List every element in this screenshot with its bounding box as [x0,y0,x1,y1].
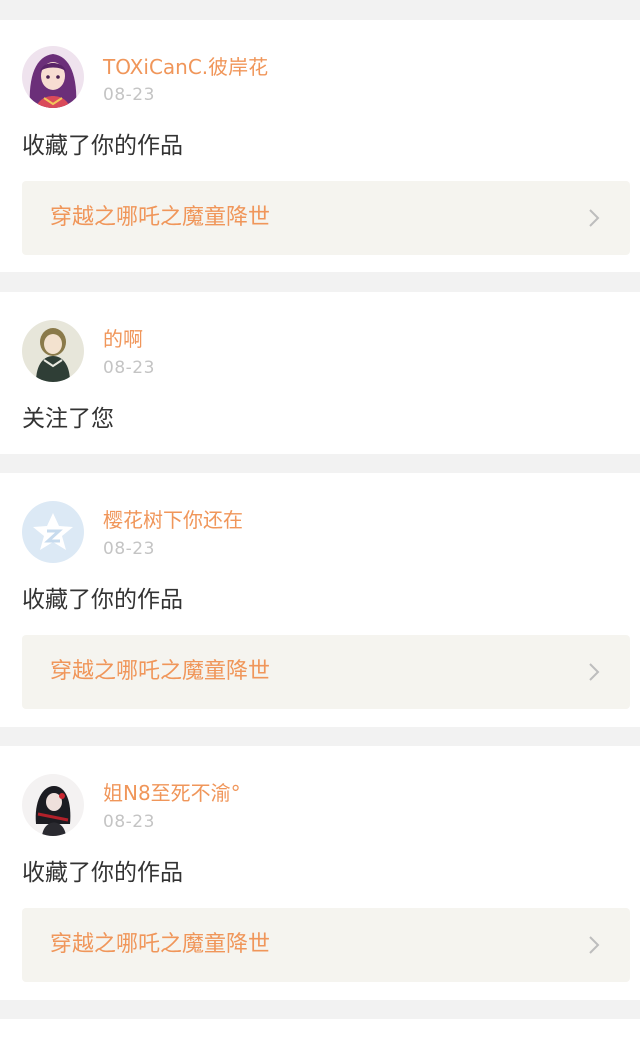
qzone-default-avatar-icon [22,501,84,563]
anime-girl-green-dress-icon [22,320,84,382]
chevron-right-icon [584,208,604,228]
timestamp: 08-23 [103,85,155,105]
work-link[interactable]: 穿越之哪吒之魔童降世 [22,181,630,255]
username[interactable]: 的啊 [103,327,143,351]
work-link[interactable]: 穿越之哪吒之魔童降世 [22,908,630,982]
username[interactable]: TOXiCanC.彼岸花 [103,55,268,79]
username[interactable]: 樱花树下你还在 [103,508,243,532]
notification-feed: TOXiCanC.彼岸花 08-23 收藏了你的作品 穿越之哪吒之魔童降世 的啊… [0,0,640,1037]
work-title: 穿越之哪吒之魔童降世 [50,205,271,230]
notification-card: TOXiCanC.彼岸花 08-23 收藏了你的作品 穿越之哪吒之魔童降世 [0,20,640,272]
timestamp: 08-23 [103,812,155,832]
action-text: 关注了您 [22,406,114,432]
user-avatar[interactable] [22,320,84,382]
work-link[interactable]: 穿越之哪吒之魔童降世 [22,635,630,709]
notification-card: 的啊 08-23 关注了您 [0,292,640,454]
username[interactable]: 姐N8至死不渝° [103,781,241,805]
timestamp: 08-23 [103,358,155,378]
action-text: 收藏了你的作品 [22,587,183,613]
timestamp: 08-23 [103,539,155,559]
user-avatar[interactable] [22,501,84,563]
work-title: 穿越之哪吒之魔童降世 [50,932,271,957]
dark-anime-character-icon [22,774,84,836]
chevron-right-icon [584,662,604,682]
work-title: 穿越之哪吒之魔童降世 [50,659,271,684]
action-text: 收藏了你的作品 [22,860,183,886]
user-avatar[interactable] [22,774,84,836]
chevron-right-icon [584,935,604,955]
user-avatar[interactable] [22,46,84,108]
notification-card-partial [0,1019,640,1037]
action-text: 收藏了你的作品 [22,133,183,159]
notification-card: 姐N8至死不渝° 08-23 收藏了你的作品 穿越之哪吒之魔童降世 [0,746,640,1000]
anime-girl-purple-hair-icon [22,46,84,108]
notification-card: 樱花树下你还在 08-23 收藏了你的作品 穿越之哪吒之魔童降世 [0,473,640,727]
